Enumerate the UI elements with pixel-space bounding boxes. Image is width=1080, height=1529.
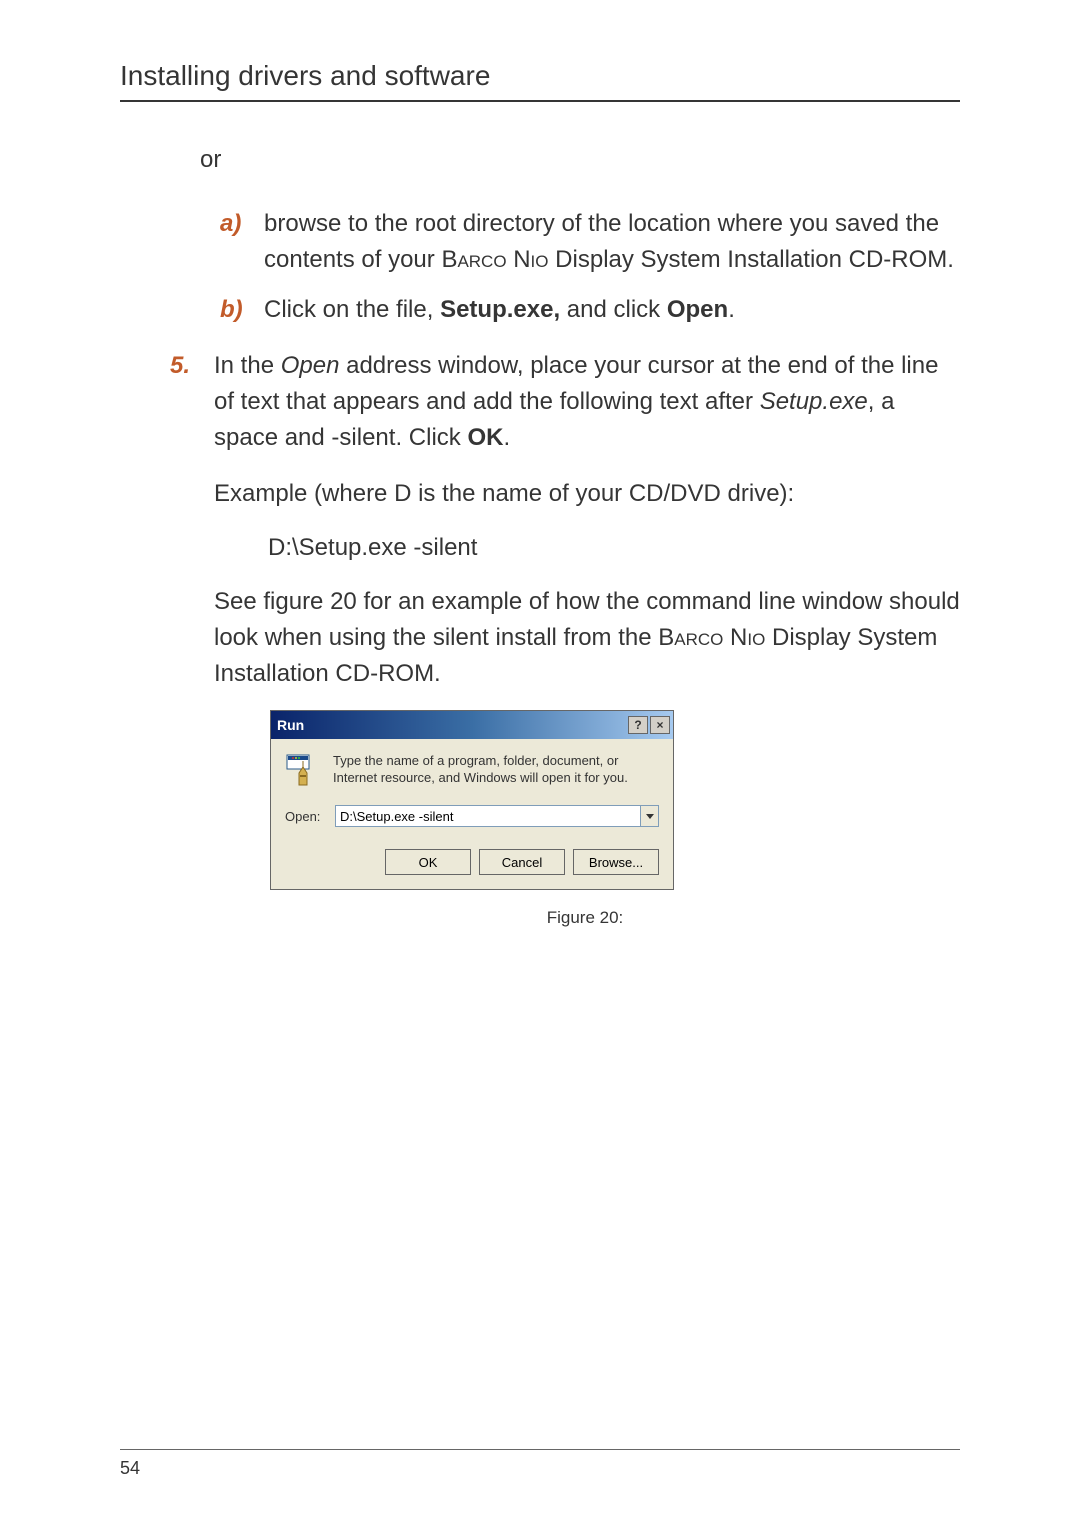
see-figure-para: See figure 20 for an example of how the … [214, 584, 960, 692]
example-intro: Example (where D is the name of your CD/… [214, 476, 960, 512]
combo-dropdown-button[interactable] [641, 805, 659, 827]
sub-item-b: b) Click on the file, Setup.exe, and cli… [220, 292, 960, 328]
footer: 54 [120, 1449, 960, 1479]
open-input[interactable] [335, 805, 641, 827]
header-title: Installing drivers and software [120, 60, 490, 91]
open-combobox[interactable] [335, 805, 659, 827]
run-icon [285, 753, 321, 789]
chevron-down-icon [646, 814, 654, 819]
dialog-body: Type the name of a program, folder, docu… [271, 739, 673, 889]
num-marker-5: 5. [170, 348, 214, 456]
button-row: OK Cancel Browse... [285, 849, 659, 875]
help-button[interactable]: ? [628, 716, 648, 734]
sub-marker-b: b) [220, 292, 264, 328]
sub-item-a: a) browse to the root directory of the l… [220, 206, 960, 278]
example-command: D:\Setup.exe -silent [268, 530, 960, 566]
page-number: 54 [120, 1458, 140, 1478]
or-text: or [200, 142, 960, 178]
figure-caption: Figure 20: [210, 908, 960, 928]
num-item-5: 5. In the Open address window, place you… [170, 348, 960, 456]
close-button[interactable]: × [650, 716, 670, 734]
open-row: Open: [285, 805, 659, 827]
sub-list: a) browse to the root directory of the l… [220, 206, 960, 328]
numbered-list: 5. In the Open address window, place you… [170, 348, 960, 456]
dialog-title: Run [277, 717, 304, 733]
titlebar-buttons: ? × [628, 716, 670, 734]
num-content-5: In the Open address window, place your c… [214, 348, 960, 456]
open-label: Open: [285, 809, 325, 824]
section-header: Installing drivers and software [120, 60, 960, 102]
titlebar: Run ? × [271, 711, 673, 739]
browse-button[interactable]: Browse... [573, 849, 659, 875]
sub-content-b: Click on the file, Setup.exe, and click … [264, 292, 960, 328]
run-dialog: Run ? × [270, 710, 674, 890]
sub-content-a: browse to the root directory of the loca… [264, 206, 960, 278]
cancel-button[interactable]: Cancel [479, 849, 565, 875]
run-dialog-figure: Run ? × [270, 710, 960, 928]
dialog-info-text: Type the name of a program, folder, docu… [333, 753, 659, 787]
dialog-info-row: Type the name of a program, folder, docu… [285, 753, 659, 789]
ok-button[interactable]: OK [385, 849, 471, 875]
sub-marker-a: a) [220, 206, 264, 278]
